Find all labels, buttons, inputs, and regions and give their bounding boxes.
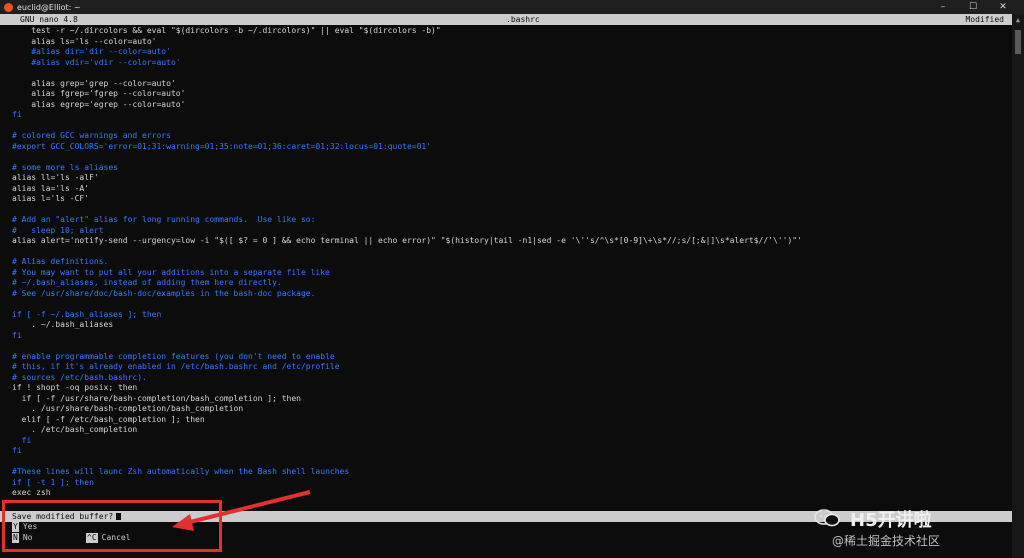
annotation-arrow-icon (172, 490, 311, 531)
chat-bubble-logo-icon (814, 509, 840, 527)
watermark-subtitle: @稀土掘金技术社区 (832, 534, 941, 548)
watermark: H5开讲啦 @稀土掘金技术社区 (814, 498, 1004, 548)
watermark-title: H5开讲啦 (850, 510, 932, 531)
